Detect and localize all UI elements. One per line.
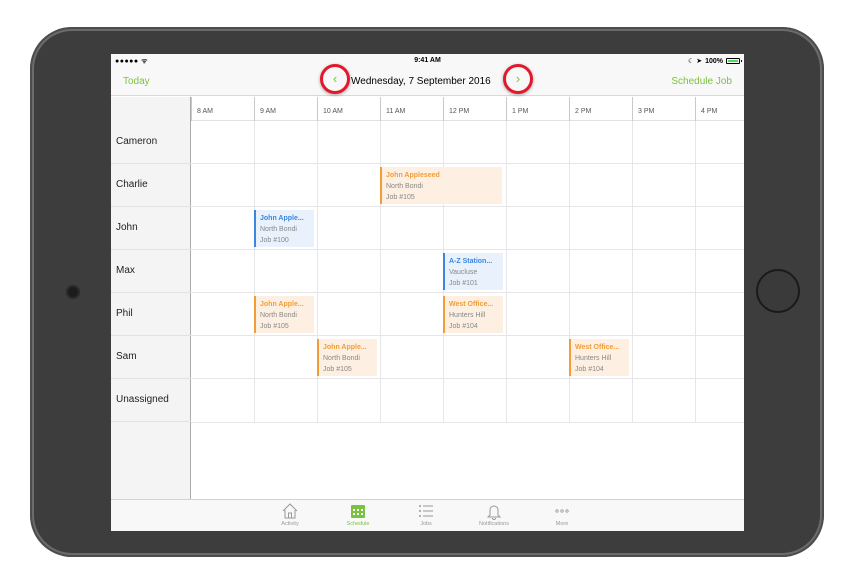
hour-label: 2 PM	[569, 97, 632, 121]
tab-notifications[interactable]: Notifications	[469, 502, 519, 527]
tab-more[interactable]: More	[537, 502, 587, 527]
job-number: Job #105	[323, 366, 352, 373]
job-number: Job #104	[575, 366, 604, 373]
staff-column: Cameron Charlie John Max Phil Sam Unassi…	[111, 121, 191, 499]
job-card[interactable]: John Apple... North Bondi Job #100	[254, 210, 314, 247]
previous-day-button[interactable]: ‹	[320, 64, 350, 94]
job-card[interactable]: West Office... Hunters Hill Job #104	[443, 296, 503, 333]
tab-label: Notifications	[479, 521, 509, 527]
job-card[interactable]: A-Z Station... Vaucluse Job #101	[443, 253, 503, 290]
row-divider	[191, 163, 744, 164]
house-icon	[282, 503, 298, 519]
job-card[interactable]: John Apple... North Bondi Job #105	[317, 339, 377, 376]
hour-label: 12 PM	[443, 97, 506, 121]
job-number: Job #101	[449, 280, 478, 287]
job-card[interactable]: John Appleseed North Bondi Job #105	[380, 167, 502, 204]
job-location: North Bondi	[323, 355, 360, 362]
calendar-icon	[351, 505, 365, 518]
hour-label: 9 AM	[254, 97, 317, 121]
next-day-button[interactable]: ›	[503, 64, 533, 94]
column-divider	[254, 121, 255, 423]
bell-icon	[486, 505, 502, 520]
row-divider	[191, 249, 744, 250]
job-title: John Apple...	[260, 215, 304, 222]
job-title: West Office...	[449, 301, 494, 308]
job-location: Hunters Hill	[575, 355, 612, 362]
column-divider	[695, 121, 696, 423]
job-card[interactable]: John Apple... North Bondi Job #105	[254, 296, 314, 333]
column-divider	[317, 121, 318, 423]
column-divider	[632, 121, 633, 423]
hour-label: 1 PM	[506, 97, 569, 121]
tab-schedule[interactable]: Schedule	[333, 502, 383, 527]
today-button[interactable]: Today	[123, 76, 150, 87]
schedule-job-button[interactable]: Schedule Job	[671, 76, 732, 87]
row-divider	[191, 335, 744, 336]
job-title: A-Z Station...	[449, 258, 493, 265]
row-divider	[191, 206, 744, 207]
hour-label: 4 PM	[695, 97, 744, 121]
job-number: Job #105	[386, 194, 415, 201]
hour-label: 8 AM	[191, 97, 254, 121]
job-card[interactable]: West Office... Hunters Hill Job #104	[569, 339, 629, 376]
battery-percent: 100%	[705, 57, 723, 65]
status-right: ☾ ➤ 100%	[688, 57, 742, 65]
row-divider	[191, 292, 744, 293]
staff-row-max[interactable]: Max	[111, 250, 191, 293]
job-title: John Appleseed	[386, 172, 440, 179]
staff-row-cameron[interactable]: Cameron	[111, 121, 191, 164]
row-divider	[191, 422, 744, 423]
screen: ●●●●● ᯤ 9:41 AM ☾ ➤ 100% Today Wednesday…	[111, 54, 744, 531]
status-time: 9:41 AM	[414, 57, 441, 64]
column-divider	[569, 121, 570, 423]
job-location: North Bondi	[260, 312, 297, 319]
time-header: 8 AM 9 AM 10 AM 11 AM 12 PM 1 PM 2 PM 3 …	[111, 97, 744, 121]
list-icon	[419, 505, 433, 517]
tab-label: Activity	[281, 521, 299, 527]
current-date-title: Wednesday, 7 September 2016	[351, 76, 491, 87]
job-location: Vaucluse	[449, 269, 478, 276]
tab-activity[interactable]: Activity	[265, 502, 315, 527]
more-icon	[555, 509, 569, 513]
home-button[interactable]	[756, 269, 800, 313]
job-title: John Apple...	[260, 301, 304, 308]
tab-bar: Activity Schedule Jobs Notifications Mor…	[111, 499, 744, 531]
row-divider	[191, 378, 744, 379]
schedule-grid: Cameron Charlie John Max Phil Sam Unassi…	[111, 121, 744, 499]
staff-row-phil[interactable]: Phil	[111, 293, 191, 336]
status-bar: ●●●●● ᯤ 9:41 AM ☾ ➤ 100%	[111, 54, 744, 68]
job-number: Job #104	[449, 323, 478, 330]
job-number: Job #100	[260, 237, 289, 244]
job-title: John Apple...	[323, 344, 367, 351]
tab-jobs[interactable]: Jobs	[401, 502, 451, 527]
job-title: West Office...	[575, 344, 620, 351]
tab-label: More	[555, 521, 569, 527]
moon-location-icon: ☾ ➤	[688, 58, 703, 65]
hour-label: 10 AM	[317, 97, 380, 121]
header-corner	[111, 97, 191, 121]
hour-label: 3 PM	[632, 97, 695, 121]
staff-row-charlie[interactable]: Charlie	[111, 164, 191, 207]
camera-icon	[68, 287, 78, 297]
battery-icon	[726, 58, 742, 64]
staff-row-unassigned[interactable]: Unassigned	[111, 379, 191, 422]
hour-label: 11 AM	[380, 97, 443, 121]
grid-area[interactable]: John Appleseed North Bondi Job #105 John…	[191, 121, 744, 499]
job-location: Hunters Hill	[449, 312, 486, 319]
staff-row-john[interactable]: John	[111, 207, 191, 250]
tab-label: Jobs	[420, 521, 432, 527]
job-number: Job #105	[260, 323, 289, 330]
nav-bar: Today Wednesday, 7 September 2016 Schedu…	[111, 68, 744, 96]
tab-label: Schedule	[346, 521, 370, 527]
job-location: North Bondi	[386, 183, 423, 190]
staff-row-sam[interactable]: Sam	[111, 336, 191, 379]
column-divider	[506, 121, 507, 423]
job-location: North Bondi	[260, 226, 297, 233]
